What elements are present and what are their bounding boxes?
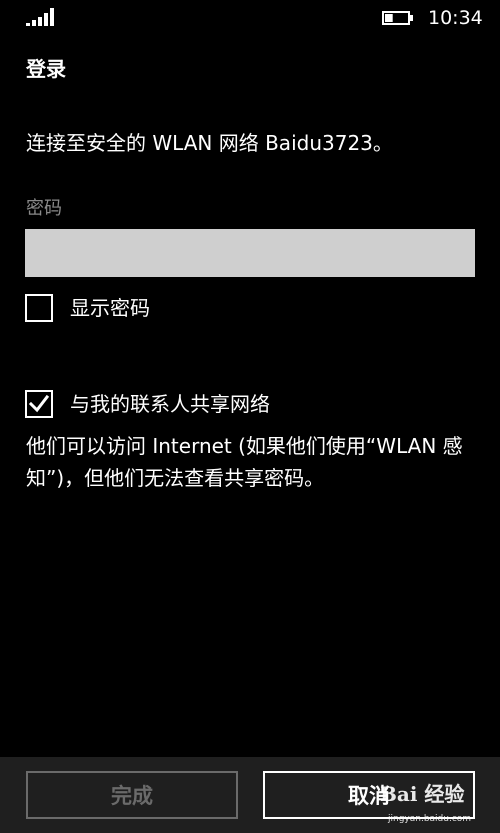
cancel-button[interactable]: 取消 — [263, 771, 475, 819]
password-label: 密码 — [26, 198, 62, 219]
share-network-option[interactable]: 与我的联系人共享网络 — [25, 388, 270, 420]
share-network-description: 他们可以访问 Internet (如果他们使用“WLAN 感知”)，但他们无法查… — [26, 434, 463, 490]
share-network-checkbox[interactable] — [25, 390, 53, 418]
show-password-checkbox[interactable] — [25, 294, 53, 322]
clock: 10:34 — [428, 7, 483, 29]
battery-icon — [382, 11, 413, 25]
status-bar: 10:34 — [0, 0, 500, 38]
app-bar: 完成 取消 — [0, 757, 500, 833]
show-password-option[interactable]: 显示密码 — [25, 292, 150, 324]
checkmark-icon — [28, 394, 50, 413]
password-input[interactable] — [25, 229, 475, 277]
done-button[interactable]: 完成 — [26, 771, 238, 819]
share-network-label: 与我的联系人共享网络 — [70, 392, 270, 416]
connection-message: 连接至安全的 WLAN 网络 Baidu3723。 — [26, 131, 393, 155]
signal-strength-icon — [26, 8, 54, 26]
page-title: 登录 — [26, 57, 66, 81]
show-password-label: 显示密码 — [70, 296, 150, 320]
